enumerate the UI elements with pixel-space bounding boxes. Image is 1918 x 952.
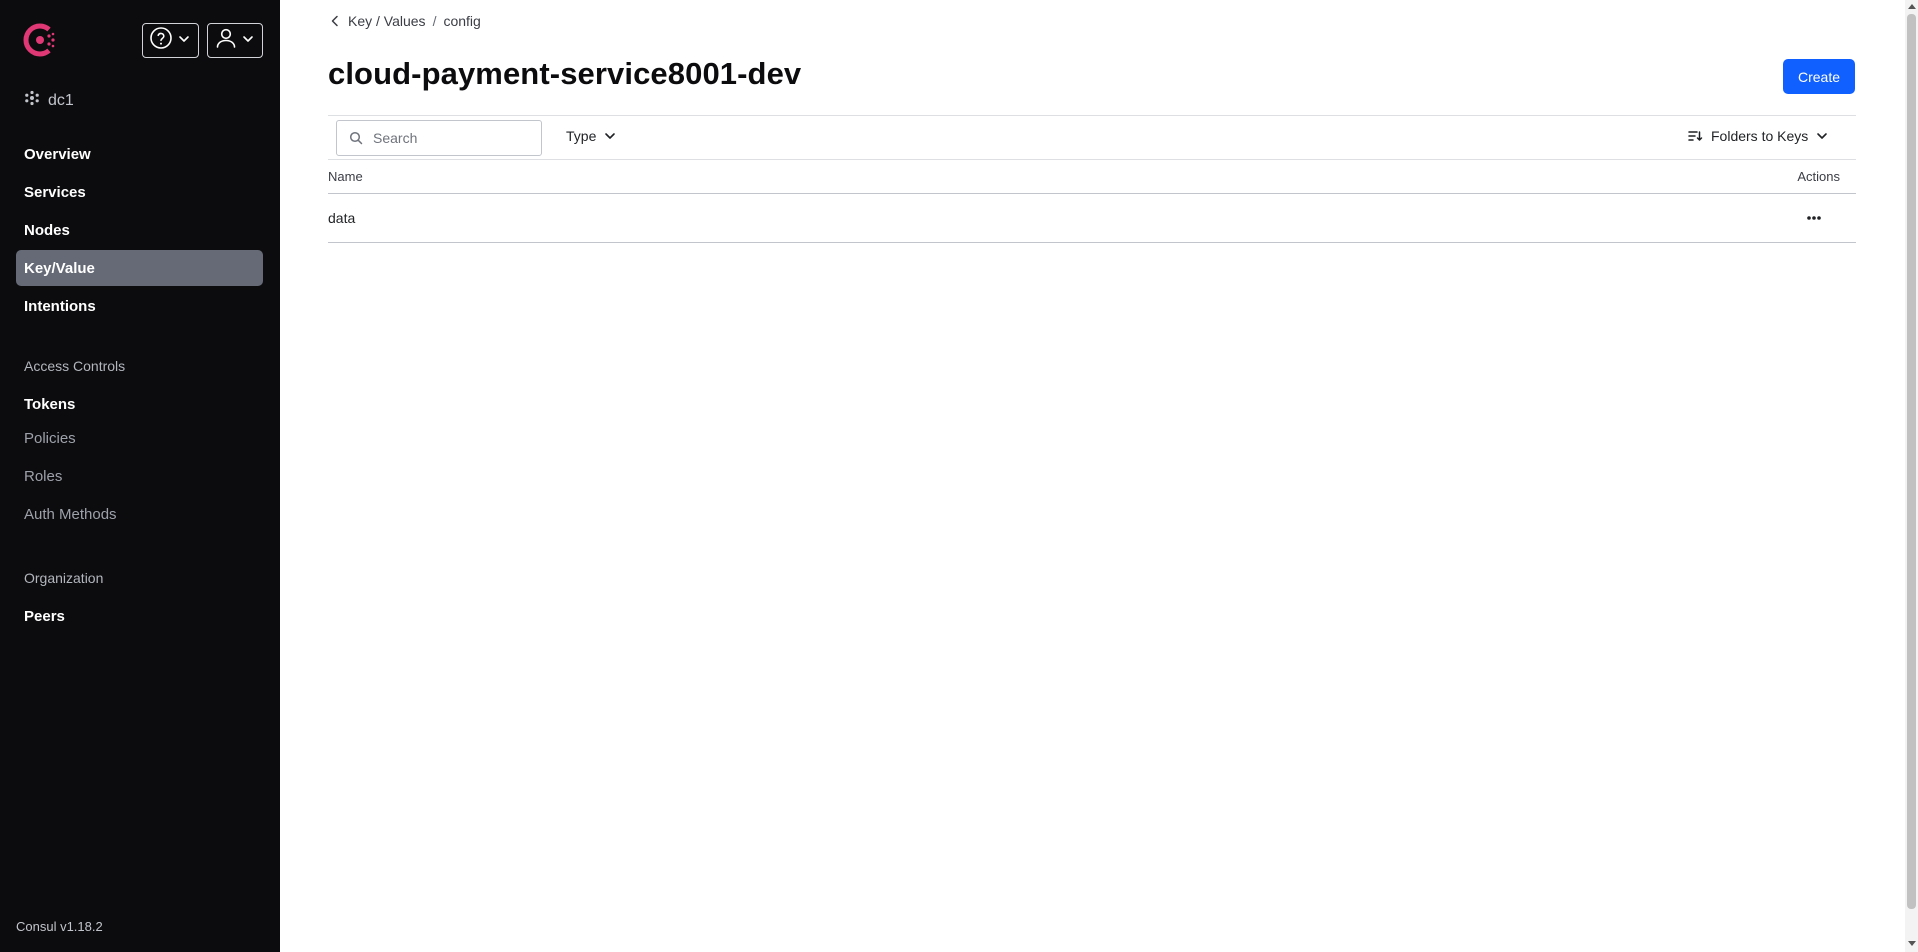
datacenter-icon	[24, 90, 40, 111]
sort-label: Folders to Keys	[1711, 128, 1809, 144]
scrollbar-thumb[interactable]	[1907, 14, 1916, 909]
breadcrumb-config[interactable]: config	[443, 13, 480, 29]
sidebar-item-auth-methods[interactable]: Auth Methods	[16, 496, 263, 532]
sidebar-item-label: Overview	[24, 145, 91, 163]
sort-icon	[1687, 128, 1703, 144]
user-icon	[214, 26, 238, 55]
type-filter-button[interactable]: Type	[566, 128, 616, 144]
sidebar-item-label: Tokens	[24, 395, 76, 413]
sidebar-item-policies[interactable]: Policies	[16, 420, 263, 456]
search-input[interactable]	[373, 130, 533, 146]
consul-logo[interactable]	[22, 22, 58, 58]
breadcrumb: Key / Values / config	[330, 13, 481, 29]
scroll-up-arrow-icon[interactable]	[1908, 4, 1916, 9]
page-scrollbar[interactable]	[1905, 0, 1918, 952]
sidebar-item-label: Roles	[24, 467, 63, 485]
type-filter-label: Type	[566, 128, 597, 144]
sidebar-item-intentions[interactable]: Intentions	[16, 288, 263, 324]
row-name: data	[328, 210, 356, 226]
chevron-down-icon	[178, 32, 190, 50]
chevron-down-icon	[242, 32, 254, 50]
sidebar-item-services[interactable]: Services	[16, 174, 263, 210]
sidebar-item-tokens[interactable]: Tokens	[16, 386, 263, 422]
chevron-left-icon[interactable]	[330, 15, 340, 27]
page-title: cloud-payment-service8001-dev	[328, 56, 802, 91]
datacenter-selector[interactable]: dc1	[24, 90, 74, 111]
sidebar-item-label: Services	[24, 183, 86, 201]
filter-toolbar: Type Folders to Keys	[328, 115, 1856, 160]
sidebar: dc1 Overview Services Nodes Key/Value In…	[0, 0, 280, 952]
user-menu-button[interactable]	[207, 23, 263, 58]
breadcrumb-key-values[interactable]: Key / Values	[348, 13, 426, 29]
sidebar-item-label: Peers	[24, 607, 65, 625]
search-icon	[349, 131, 363, 145]
sidebar-item-label: Auth Methods	[24, 505, 117, 523]
column-header-actions: Actions	[1797, 169, 1840, 184]
column-header-name: Name	[328, 169, 363, 184]
sidebar-item-roles[interactable]: Roles	[16, 458, 263, 494]
sidebar-item-overview[interactable]: Overview	[16, 136, 263, 172]
chevron-down-icon	[1816, 130, 1828, 142]
version-label: Consul v1.18.2	[16, 919, 103, 934]
sidebar-item-peers[interactable]: Peers	[16, 598, 263, 634]
sidebar-item-label: Nodes	[24, 221, 70, 239]
help-menu-button[interactable]	[142, 23, 199, 58]
table-row[interactable]: data	[328, 194, 1856, 243]
sidebar-item-label: Intentions	[24, 297, 96, 315]
table-header: Name Actions	[328, 160, 1856, 194]
more-actions-icon[interactable]	[1802, 206, 1826, 230]
datacenter-name: dc1	[48, 91, 74, 109]
search-field[interactable]	[336, 120, 542, 156]
breadcrumb-separator: /	[432, 13, 437, 29]
sort-button[interactable]: Folders to Keys	[1687, 128, 1828, 144]
sidebar-item-key-value[interactable]: Key/Value	[16, 250, 263, 286]
sidebar-item-label: Key/Value	[24, 259, 95, 277]
organization-heading: Organization	[24, 570, 104, 586]
access-controls-heading: Access Controls	[24, 358, 126, 374]
sidebar-item-nodes[interactable]: Nodes	[16, 212, 263, 248]
chevron-down-icon	[604, 130, 616, 142]
create-button[interactable]: Create	[1783, 59, 1855, 94]
scroll-down-arrow-icon[interactable]	[1908, 941, 1916, 946]
help-circle-icon	[149, 26, 173, 55]
sidebar-item-label: Policies	[24, 429, 76, 447]
